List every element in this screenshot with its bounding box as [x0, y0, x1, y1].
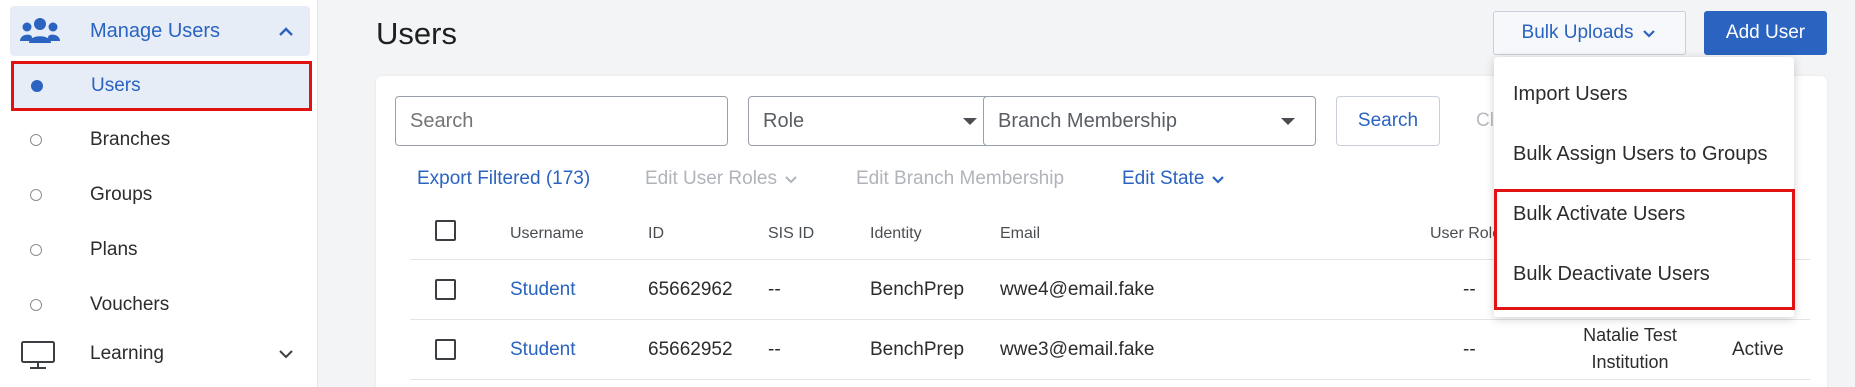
user-role: -- [1463, 339, 1476, 360]
institution-line-1: Natalie Test [1583, 325, 1677, 345]
edit-user-roles-dropdown[interactable]: Edit User Roles [645, 168, 799, 190]
sidebar-item-label: Users [91, 75, 141, 96]
sidebar-item-plans[interactable]: Plans [10, 225, 310, 275]
edit-user-roles-label: Edit User Roles [645, 168, 777, 189]
sidebar-item-vouchers[interactable]: Vouchers [10, 280, 310, 330]
edit-branch-membership-link[interactable]: Edit Branch Membership [856, 168, 1064, 190]
column-header-identity[interactable]: Identity [870, 225, 922, 243]
radio-bullet-icon [30, 244, 42, 256]
branch-membership-select[interactable]: Branch Membership [983, 96, 1316, 146]
user-id: 65662962 [648, 279, 733, 300]
chevron-down-icon [1643, 30, 1656, 38]
sidebar-group-label: Manage Users [90, 20, 221, 42]
identity: BenchPrep [870, 279, 965, 300]
radio-bullet-icon [30, 189, 42, 201]
user-id: 65662952 [648, 339, 733, 360]
chevron-down-icon [785, 176, 797, 184]
branch-select-value: Branch Membership [998, 109, 1177, 132]
page-title: Users [376, 16, 457, 51]
column-header-username[interactable]: Username [510, 225, 584, 243]
add-user-button[interactable]: Add User [1704, 11, 1827, 55]
table-row: Student 65662952 -- BenchPrep wwe3@email… [410, 320, 1810, 380]
radio-bullet-icon [31, 80, 43, 92]
export-filtered-label: Export Filtered (173) [417, 168, 591, 189]
role-select-value: Role [763, 109, 805, 132]
edit-state-label: Edit State [1122, 168, 1205, 189]
sidebar-item-label: Branches [90, 129, 171, 150]
sidebar-group-manage-users[interactable]: Manage Users [10, 6, 310, 56]
sis-id: -- [768, 339, 781, 360]
chevron-down-icon[interactable] [276, 344, 296, 364]
sidebar-item-label: Vouchers [90, 294, 170, 315]
search-input[interactable] [395, 96, 728, 146]
role-select[interactable]: Role [748, 96, 998, 146]
identity: BenchPrep [870, 339, 965, 360]
clear-button[interactable]: Cl [1476, 110, 1494, 132]
column-header-user-role[interactable]: User Role [1430, 225, 1501, 243]
bulk-uploads-label: Bulk Uploads [1521, 22, 1634, 43]
sidebar-item-groups[interactable]: Groups [10, 170, 310, 220]
sidebar-group-learning[interactable]: Learning [10, 332, 310, 378]
search-button[interactable]: Search [1336, 96, 1440, 146]
bulk-uploads-button[interactable]: Bulk Uploads [1493, 11, 1686, 55]
caret-down-icon [1281, 118, 1295, 125]
column-header-sis-id[interactable]: SIS ID [768, 225, 814, 243]
email: wwe3@email.fake [1000, 339, 1155, 360]
users-icon [20, 18, 60, 43]
edit-branch-membership-label: Edit Branch Membership [856, 168, 1065, 189]
username-link[interactable]: Student [510, 279, 576, 301]
sis-id: -- [768, 279, 781, 300]
column-header-id[interactable]: ID [648, 225, 664, 243]
caret-down-icon [963, 118, 977, 125]
sidebar-group-label: Learning [90, 343, 164, 364]
user-role: -- [1463, 279, 1476, 300]
monitor-icon [21, 341, 55, 369]
radio-bullet-icon [30, 134, 42, 146]
sidebar: Manage Users Users Branches Groups Plans… [0, 0, 318, 387]
export-filtered-link[interactable]: Export Filtered (173) [417, 168, 590, 190]
chevron-up-icon[interactable] [276, 22, 296, 42]
edit-state-dropdown[interactable]: Edit State [1122, 168, 1226, 190]
select-all-checkbox[interactable] [435, 220, 456, 241]
institution-line-2: Institution [1591, 352, 1669, 372]
sidebar-item-label: Groups [90, 184, 153, 205]
radio-bullet-icon [30, 299, 42, 311]
menu-item-import-users[interactable]: Import Users [1513, 83, 1627, 106]
highlight-box [1494, 189, 1795, 310]
state-value: Active [1732, 339, 1784, 360]
menu-item-bulk-assign-groups[interactable]: Bulk Assign Users to Groups [1513, 143, 1768, 166]
row-checkbox[interactable] [435, 339, 456, 360]
sidebar-item-users[interactable]: Users [11, 61, 312, 111]
email: wwe4@email.fake [1000, 279, 1155, 300]
chevron-down-icon [1212, 176, 1225, 184]
sidebar-item-branches[interactable]: Branches [10, 115, 310, 165]
username-link[interactable]: Student [510, 339, 576, 361]
column-header-email[interactable]: Email [1000, 225, 1040, 243]
sidebar-item-label: Plans [90, 239, 138, 260]
row-checkbox[interactable] [435, 279, 456, 300]
